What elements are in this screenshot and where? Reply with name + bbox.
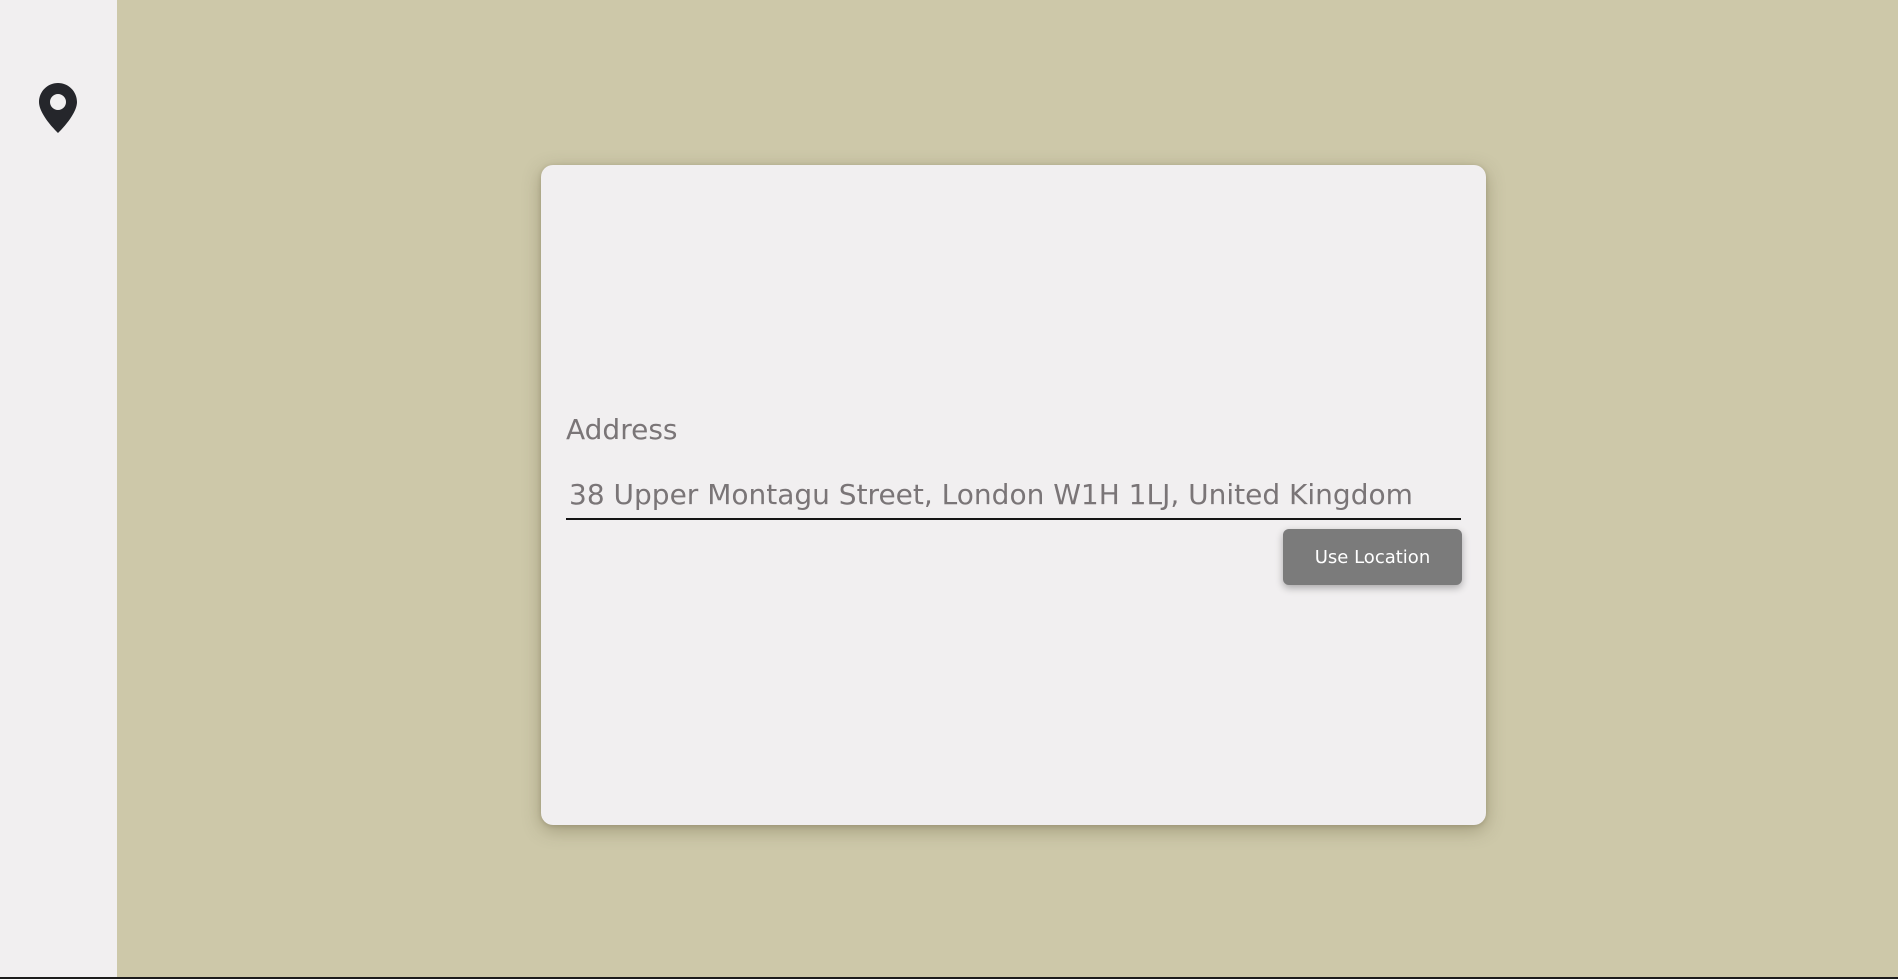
map-pin-icon[interactable] [38,82,78,134]
use-location-button[interactable]: Use Location [1283,529,1462,585]
app-root: Address Use Location [0,0,1898,979]
sidebar [0,0,117,977]
address-label: Address [566,413,678,446]
address-card: Address Use Location [541,165,1486,825]
address-input[interactable] [566,470,1461,520]
